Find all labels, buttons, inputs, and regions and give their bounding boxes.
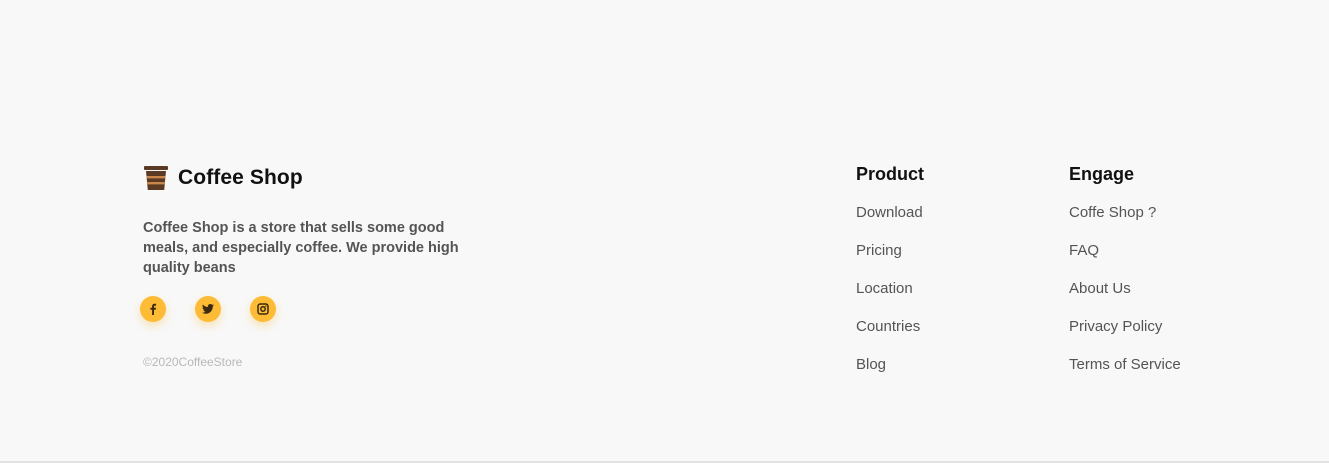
footer-link-faq[interactable]: FAQ xyxy=(1069,242,1181,280)
brand[interactable]: Coffee Shop xyxy=(143,166,303,190)
brand-name: Coffee Shop xyxy=(178,166,303,189)
social-links xyxy=(140,296,305,322)
engage-heading: Engage xyxy=(1069,164,1135,184)
footer-link-countries[interactable]: Countries xyxy=(856,318,924,356)
product-column: Product Download Pricing Location Countr… xyxy=(856,163,924,394)
footer-description: Coffee Shop is a store that sells some g… xyxy=(143,220,459,276)
footer-link-about-us[interactable]: About Us xyxy=(1069,280,1181,318)
coffee-cup-icon xyxy=(144,166,168,190)
site-footer: Coffee Shop Coffee Shop is a store that … xyxy=(0,0,1329,461)
instagram-button[interactable] xyxy=(250,296,276,322)
footer-link-location[interactable]: Location xyxy=(856,280,924,318)
twitter-button[interactable] xyxy=(195,296,221,322)
copyright: ©2020CoffeeStore xyxy=(143,355,243,369)
footer-link-privacy-policy[interactable]: Privacy Policy xyxy=(1069,318,1181,356)
footer-link-download[interactable]: Download xyxy=(856,204,924,242)
facebook-icon xyxy=(150,303,157,315)
footer-link-blog[interactable]: Blog xyxy=(856,356,924,394)
engage-column: Engage Coffe Shop ? FAQ About Us Privacy… xyxy=(1069,163,1181,394)
twitter-icon xyxy=(202,304,214,314)
instagram-icon xyxy=(257,303,269,315)
facebook-button[interactable] xyxy=(140,296,166,322)
footer-link-pricing[interactable]: Pricing xyxy=(856,242,924,280)
footer-link-terms-of-service[interactable]: Terms of Service xyxy=(1069,356,1181,394)
footer-link-coffe-shop[interactable]: Coffe Shop ? xyxy=(1069,204,1181,242)
product-heading: Product xyxy=(856,164,925,184)
